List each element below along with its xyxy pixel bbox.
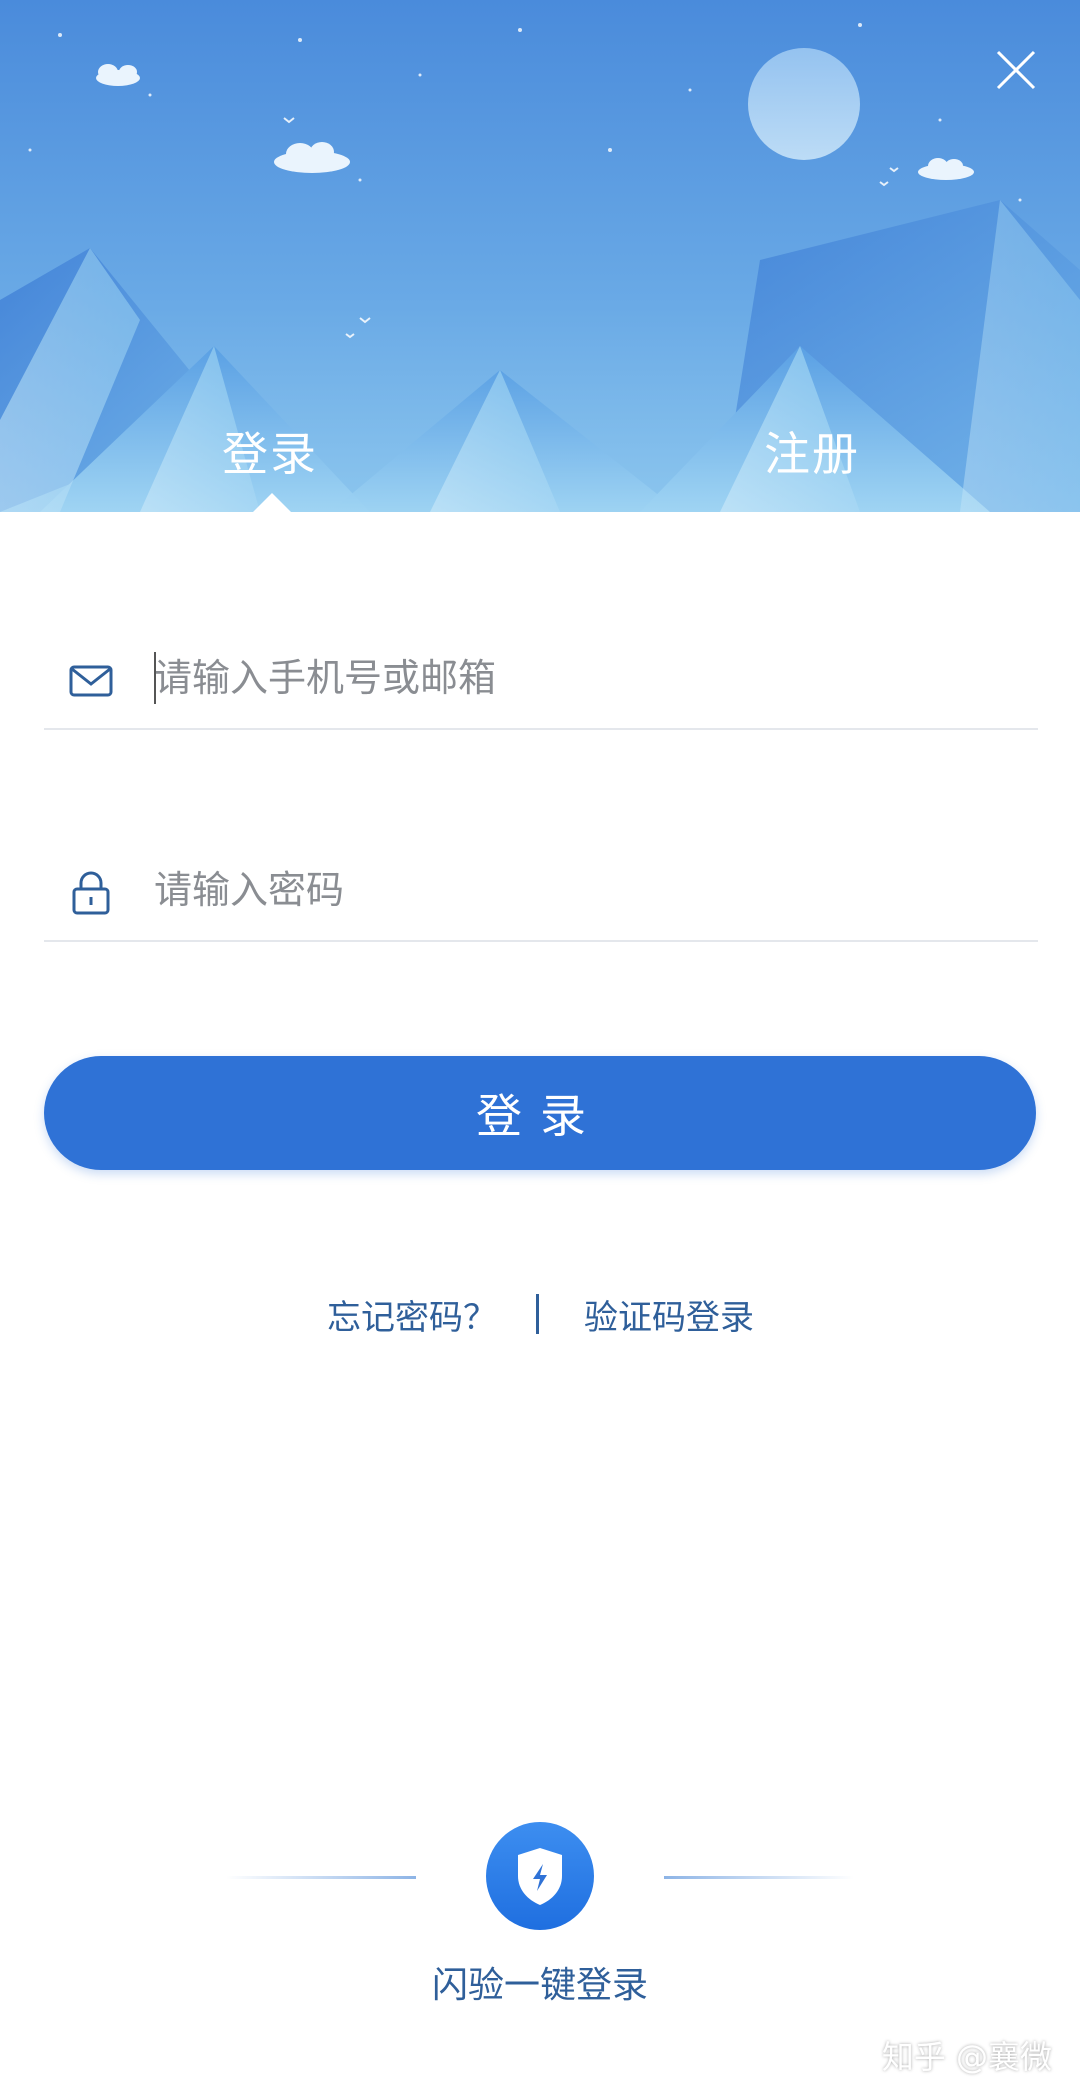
flash-login-label[interactable]: 闪验一键登录 — [0, 1956, 1080, 2008]
password-field[interactable] — [44, 848, 1038, 942]
forgot-password-link[interactable]: 忘记密码？ — [327, 1290, 497, 1339]
mail-icon — [69, 665, 113, 697]
text-caret — [154, 652, 156, 704]
sky-mountain-illustration — [0, 0, 1080, 512]
link-divider — [536, 1294, 539, 1334]
divider-right — [664, 1876, 854, 1879]
lock-icon — [72, 871, 110, 915]
tab-login[interactable]: 登录 — [222, 418, 318, 484]
header-banner: 登录 注册 — [0, 0, 1080, 512]
account-field[interactable] — [44, 636, 1038, 730]
sms-login-link[interactable]: 验证码登录 — [584, 1290, 754, 1339]
secondary-links: 忘记密码？ 验证码登录 — [0, 1286, 1080, 1346]
active-tab-indicator — [252, 493, 292, 512]
watermark: 知乎 @襄微 — [881, 2038, 1052, 2076]
divider-left — [226, 1876, 416, 1879]
close-icon[interactable] — [986, 40, 1046, 100]
tab-register[interactable]: 注册 — [764, 418, 860, 484]
login-button[interactable]: 登录 — [44, 1056, 1036, 1170]
shield-bolt-icon[interactable] — [484, 1820, 596, 1932]
account-input[interactable] — [154, 646, 1014, 710]
password-input[interactable] — [154, 858, 1014, 922]
